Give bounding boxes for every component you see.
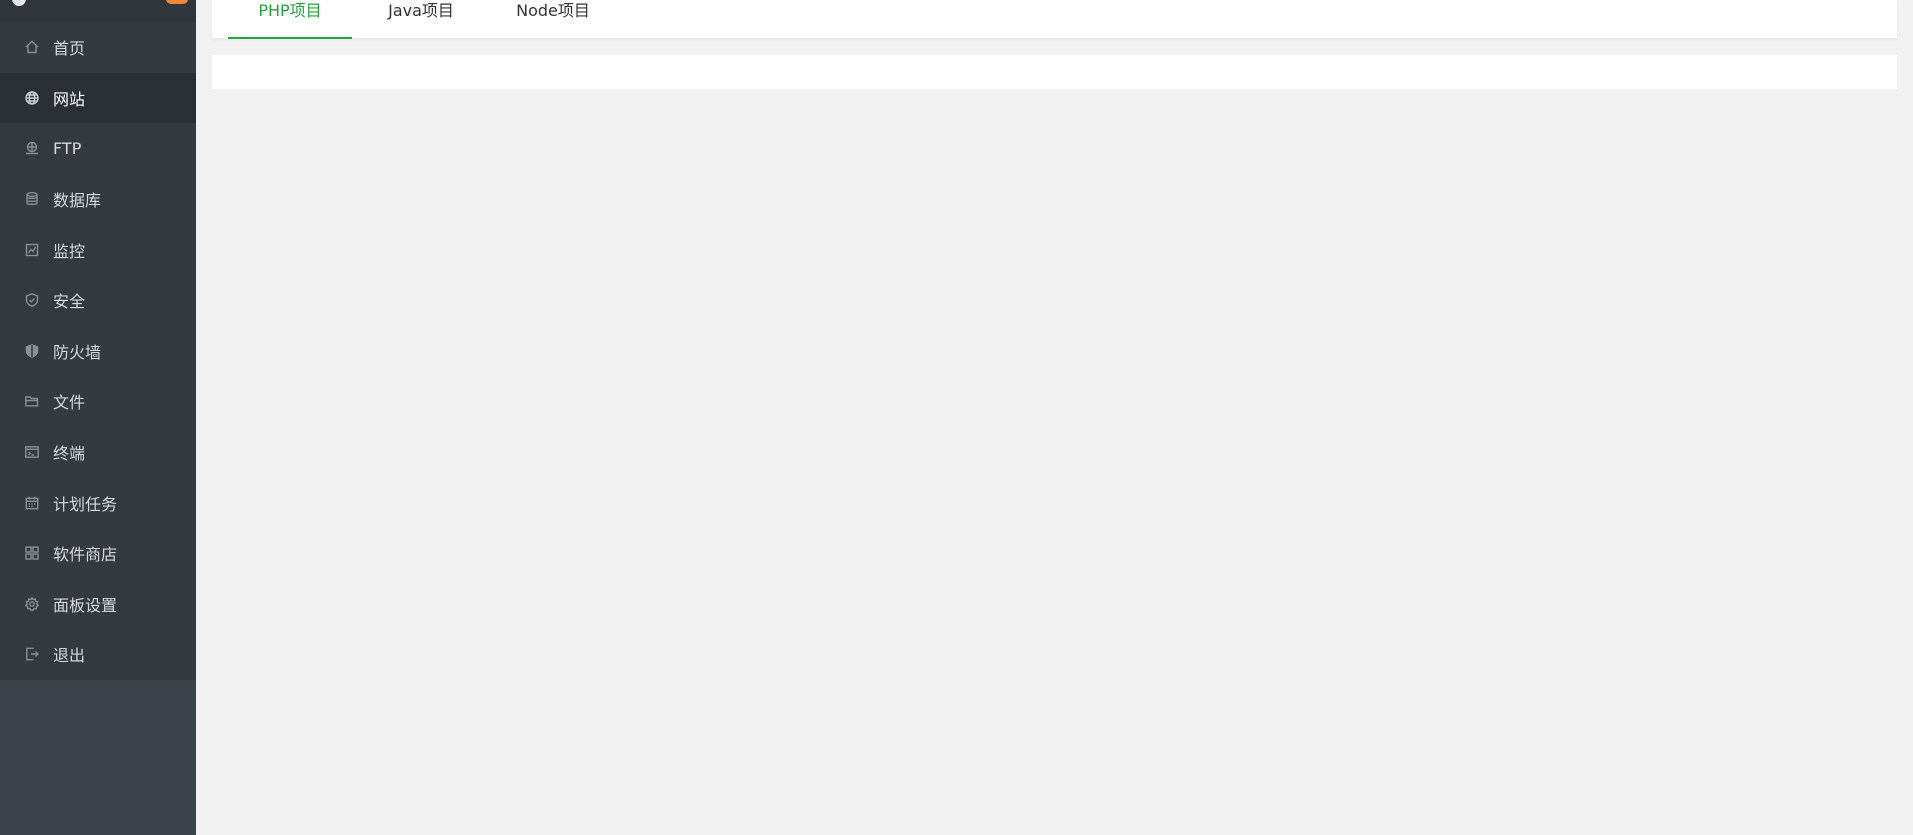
monitor-chart-icon	[23, 241, 41, 259]
sidebar-item-files[interactable]: 文件	[0, 376, 196, 427]
tab-label: PHP项目	[258, 1, 322, 20]
home-icon	[23, 38, 41, 56]
sidebar-item-label: 安全	[53, 292, 86, 312]
sidebar-item-label: 网站	[53, 89, 86, 109]
globe-icon	[23, 89, 41, 107]
tab-node-projects[interactable]: Node项目	[502, 0, 604, 38]
sidebar-item-label: 计划任务	[53, 494, 118, 514]
sidebar-item-label: 防火墙	[53, 342, 102, 362]
sidebar-item-terminal[interactable]: 终端	[0, 427, 196, 478]
sidebar-item-app-store[interactable]: 软件商店	[0, 528, 196, 579]
sidebar-item-cron[interactable]: 计划任务	[0, 477, 196, 528]
sidebar-item-database[interactable]: 数据库	[0, 174, 196, 225]
tab-java-projects[interactable]: Java项目	[372, 0, 470, 38]
ftp-icon	[23, 139, 41, 157]
sidebar-header	[0, 0, 196, 22]
notification-badge[interactable]	[166, 0, 188, 4]
sidebar-item-label: 文件	[53, 393, 86, 413]
sidebar-item-label: 退出	[53, 646, 86, 666]
firewall-shield-icon	[23, 342, 41, 360]
sidebar-item-website[interactable]: 网站	[0, 72, 196, 124]
sidebar-item-security[interactable]: 安全	[0, 275, 196, 326]
logout-icon	[23, 645, 41, 663]
sidebar-item-label: 终端	[53, 444, 86, 464]
sidebar-item-monitor[interactable]: 监控	[0, 224, 196, 275]
sidebar-item-label: 监控	[53, 241, 86, 261]
calendar-icon	[23, 494, 41, 512]
sidebar: 首页 网站 FTP 数据库 监控 安全 防火墙 文件 终端 计划任务 软件商店 …	[0, 0, 196, 835]
tab-php-projects[interactable]: PHP项目	[228, 0, 352, 39]
sidebar-item-label: 首页	[53, 39, 86, 59]
project-tabs: PHP项目 Java项目 Node项目	[212, 0, 1897, 39]
sidebar-item-ftp[interactable]: FTP	[0, 123, 196, 174]
sidebar-item-logout[interactable]: 退出	[0, 629, 196, 680]
content-panel	[212, 55, 1897, 89]
sidebar-item-label: 面板设置	[53, 595, 118, 615]
gear-icon	[23, 595, 41, 613]
database-icon	[23, 190, 41, 208]
tab-label: Node项目	[516, 1, 590, 20]
terminal-icon	[23, 443, 41, 461]
sidebar-item-label: 数据库	[53, 191, 102, 211]
logo-icon[interactable]	[12, 0, 26, 6]
shield-check-icon	[23, 291, 41, 309]
app-window: 首页 网站 FTP 数据库 监控 安全 防火墙 文件 终端 计划任务 软件商店 …	[0, 0, 1913, 835]
sidebar-item-label: 软件商店	[53, 545, 118, 565]
sidebar-item-firewall[interactable]: 防火墙	[0, 326, 196, 377]
sidebar-item-panel-settings[interactable]: 面板设置	[0, 579, 196, 630]
folder-icon	[23, 392, 41, 410]
sidebar-item-label: FTP	[53, 138, 82, 158]
sidebar-item-home[interactable]: 首页	[0, 22, 196, 73]
apps-grid-icon	[23, 544, 41, 562]
tab-label: Java项目	[388, 1, 454, 20]
sidebar-menu: 首页 网站 FTP 数据库 监控 安全 防火墙 文件 终端 计划任务 软件商店 …	[0, 22, 196, 680]
